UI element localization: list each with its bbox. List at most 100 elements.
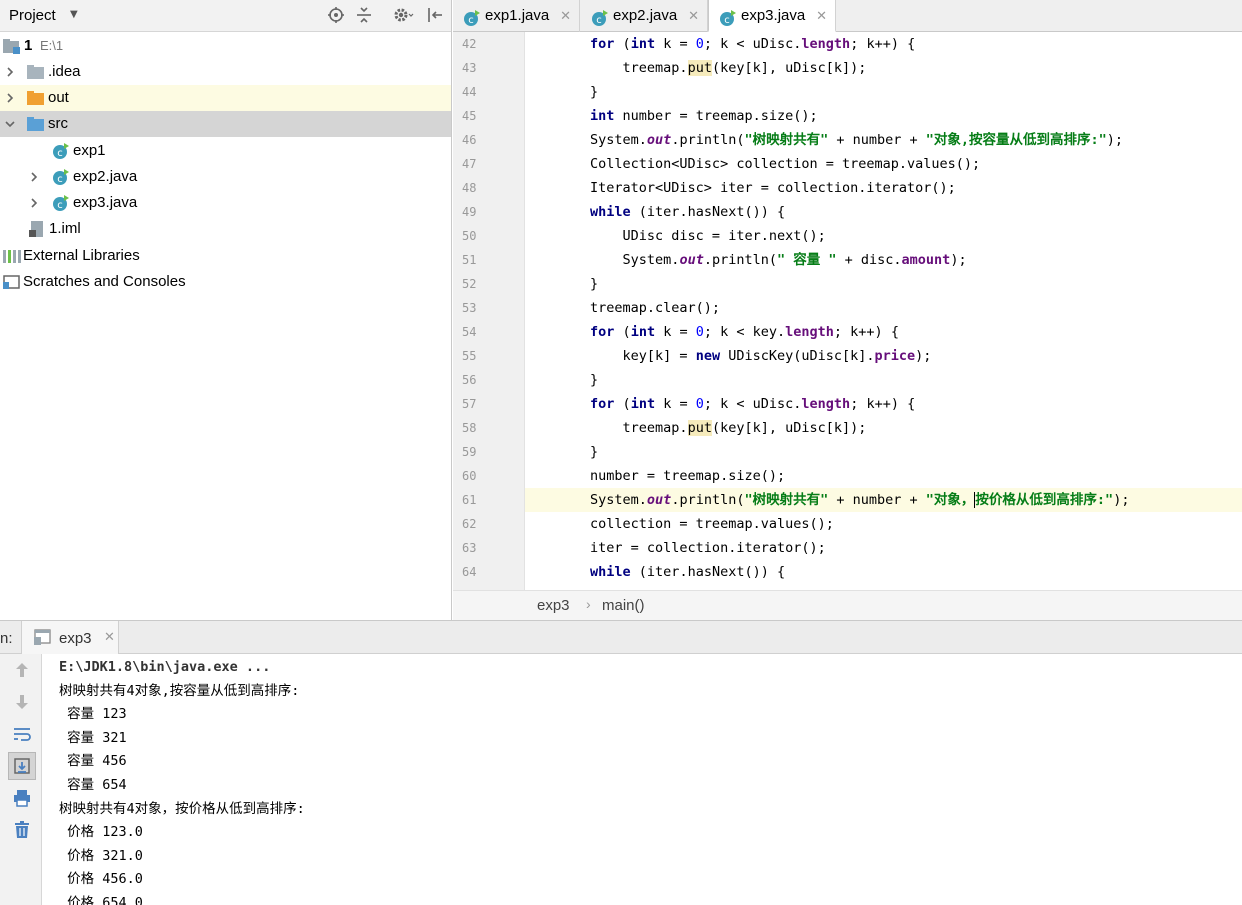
tree-item-external-libraries[interactable]: External Libraries [0, 243, 451, 269]
line-number[interactable]: 46 [453, 128, 523, 152]
line-number[interactable]: 63 [453, 536, 523, 560]
tree-item-idea[interactable]: .idea [0, 59, 451, 85]
arrow-down-icon[interactable] [8, 688, 36, 716]
line-number[interactable]: 62 [453, 512, 523, 536]
close-icon[interactable]: ✕ [560, 0, 571, 32]
code-line[interactable]: } [525, 440, 1242, 464]
chevron-down-icon[interactable]: ▼ [70, 9, 78, 20]
crosshair-icon[interactable] [327, 6, 345, 24]
console-output[interactable]: E:\JDK1.8\bin\java.exe ... 树映射共有4对象,按容量从低… [42, 654, 1242, 905]
hide-panel-icon[interactable] [426, 6, 444, 24]
tab-label: exp3.java [741, 7, 806, 24]
code-line[interactable]: treemap.put(key[k], uDisc[k]); [525, 416, 1242, 440]
print-icon[interactable] [8, 784, 36, 812]
tree-item-scratches[interactable]: Scratches and Consoles [0, 269, 451, 295]
code-line[interactable]: UDisc disc = iter.next(); [525, 224, 1242, 248]
code-line[interactable]: System.out.println(" 容量 " + disc.amount)… [525, 248, 1242, 272]
code-line[interactable]: } [525, 368, 1242, 392]
run-tab-label: exp3 [59, 630, 92, 647]
line-number[interactable]: 55 [453, 344, 523, 368]
code-line[interactable]: while (iter.hasNext()) { [525, 200, 1242, 224]
line-number[interactable]: 61 [453, 488, 523, 512]
tab-exp3[interactable]: c exp3.java ✕ [708, 0, 836, 33]
code-line[interactable]: iter = collection.iterator(); [525, 536, 1242, 560]
line-number[interactable]: 45 [453, 104, 523, 128]
tree-item-exp2[interactable]: c exp2.java [0, 164, 451, 190]
line-number[interactable]: 42 [453, 32, 523, 56]
line-number[interactable]: 44 [453, 80, 523, 104]
tree-label: 1.iml [49, 220, 81, 237]
line-number[interactable]: 49 [453, 200, 523, 224]
code-line[interactable]: treemap.put(key[k], uDisc[k]); [525, 56, 1242, 80]
line-number[interactable]: 57 [453, 392, 523, 416]
line-number[interactable]: 52 [453, 272, 523, 296]
line-number[interactable]: 60 [453, 464, 523, 488]
code-line[interactable]: key[k] = new UDiscKey(uDisc[k].price); [525, 344, 1242, 368]
line-number[interactable]: 47 [453, 152, 523, 176]
trash-icon[interactable] [8, 816, 36, 844]
code-line[interactable]: Iterator<UDisc> iter = collection.iterat… [525, 176, 1242, 200]
tree-item-module[interactable]: 1 E:\1 [0, 33, 451, 59]
svg-text:c: c [724, 15, 730, 26]
tree-item-src[interactable]: src [0, 111, 451, 137]
module-path: E:\1 [40, 38, 64, 53]
breadcrumb-class[interactable]: exp3 [537, 597, 570, 614]
svg-text:c: c [57, 148, 63, 159]
chevron-right-icon[interactable] [27, 190, 41, 216]
code-line[interactable]: System.out.println("树映射共有" + number + "对… [525, 128, 1242, 152]
line-number-gutter[interactable]: 42 43 44 45 46 47 48 49 50 51 52 53 54 55 56 57 58 59 60 61… [453, 32, 525, 590]
chevron-right-icon[interactable] [3, 85, 17, 111]
tree-label: External Libraries [23, 247, 140, 264]
code-line[interactable]: } [525, 80, 1242, 104]
code-editor[interactable]: 42 43 44 45 46 47 48 49 50 51 52 53 54 55 56 57 58 59 60 61… [453, 32, 1242, 590]
line-number[interactable]: 43 [453, 56, 523, 80]
code-line[interactable]: for (int k = 0; k < uDisc.length; k++) { [525, 392, 1242, 416]
tree-item-exp3[interactable]: c exp3.java [0, 190, 451, 216]
libraries-icon [3, 247, 21, 265]
code-line[interactable]: int number = treemap.size(); [525, 104, 1242, 128]
line-number[interactable]: 50 [453, 224, 523, 248]
soft-wrap-icon[interactable] [8, 720, 36, 748]
code-line[interactable]: Collection<UDisc> collection = treemap.v… [525, 152, 1242, 176]
code-line[interactable]: } [525, 272, 1242, 296]
gear-icon[interactable] [392, 6, 414, 24]
run-tab-exp3[interactable]: exp3 ✕ [21, 621, 119, 655]
line-number[interactable]: 56 [453, 368, 523, 392]
tree-label: out [48, 89, 69, 106]
project-view-title[interactable]: Project [9, 7, 56, 24]
chevron-right-icon[interactable] [27, 164, 41, 190]
tab-exp1[interactable]: c exp1.java ✕ [453, 0, 580, 32]
code-line[interactable]: for (int k = 0; k < key.length; k++) { [525, 320, 1242, 344]
close-icon[interactable]: ✕ [104, 630, 115, 645]
code-line[interactable]: treemap.clear(); [525, 296, 1242, 320]
collapse-all-icon[interactable] [355, 6, 373, 24]
line-number[interactable]: 64 [453, 560, 523, 584]
code-line[interactable]: for (int k = 0; k < uDisc.length; k++) { [525, 32, 1242, 56]
code-line[interactable]: System.out.println("树映射共有" + number + "对… [525, 488, 1242, 512]
chevron-down-icon[interactable] [3, 111, 17, 137]
tree-item-exp1[interactable]: c exp1 [0, 138, 451, 164]
tab-exp2[interactable]: c exp2.java ✕ [581, 0, 708, 32]
svg-text:c: c [596, 15, 602, 26]
line-number[interactable]: 59 [453, 440, 523, 464]
scroll-to-end-icon[interactable] [8, 752, 36, 780]
code-line[interactable]: number = treemap.size(); [525, 464, 1242, 488]
close-icon[interactable]: ✕ [816, 0, 827, 32]
breadcrumb-separator: › [586, 596, 591, 612]
java-class-icon: c [52, 194, 70, 212]
line-number[interactable]: 53 [453, 296, 523, 320]
code-line[interactable]: while (iter.hasNext()) { [525, 560, 1242, 584]
breadcrumb-method[interactable]: main() [602, 597, 645, 614]
line-number[interactable]: 51 [453, 248, 523, 272]
console-line: 树映射共有4对象,按容量从低到高排序: [59, 682, 300, 699]
close-icon[interactable]: ✕ [688, 0, 699, 32]
tree-item-out[interactable]: out [0, 85, 451, 111]
arrow-up-icon[interactable] [8, 656, 36, 684]
chevron-right-icon[interactable] [3, 59, 17, 85]
line-number[interactable]: 58 [453, 416, 523, 440]
tree-item-iml[interactable]: 1.iml [0, 216, 451, 242]
line-number[interactable]: 48 [453, 176, 523, 200]
run-toolbar [0, 654, 42, 905]
line-number[interactable]: 54 [453, 320, 523, 344]
code-line[interactable]: collection = treemap.values(); [525, 512, 1242, 536]
